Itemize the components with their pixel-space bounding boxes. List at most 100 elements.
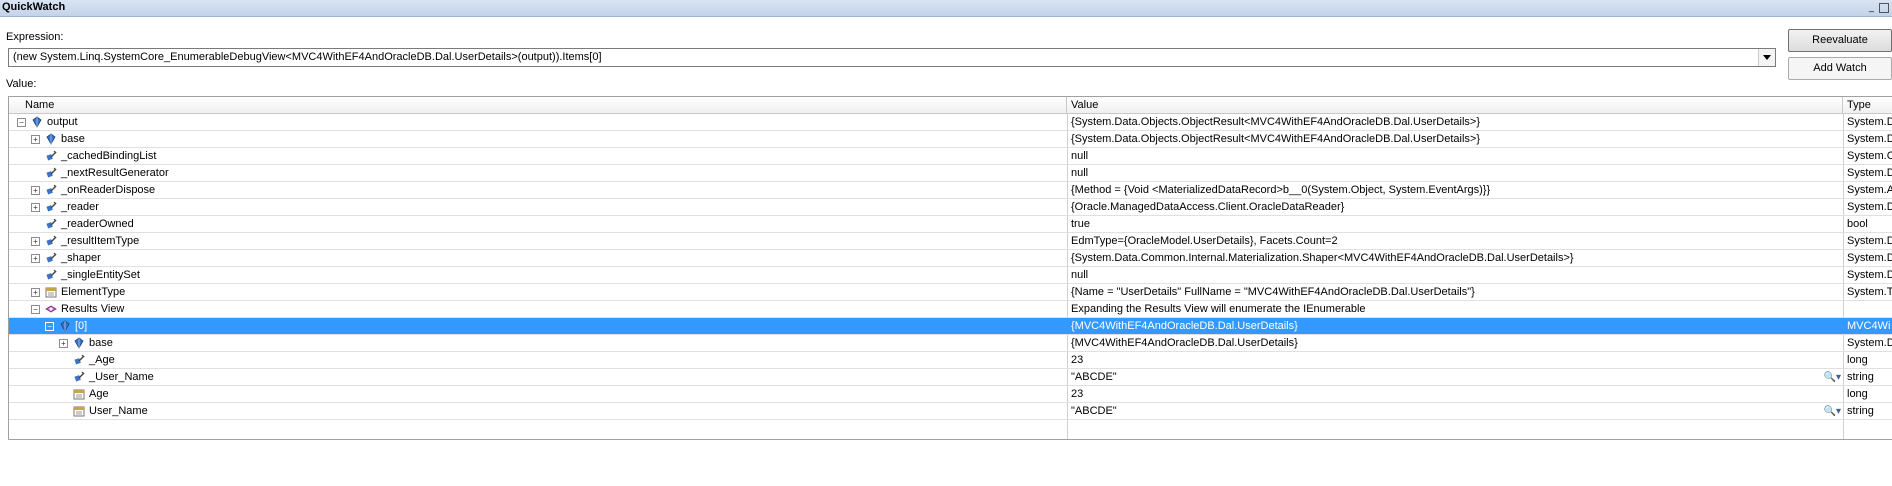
tree-row[interactable]: + ElementType {Name = "UserDetails" FullNa… [9,284,1892,301]
value-cell[interactable]: Expanding the Results View will enumerat… [1069,301,1845,317]
type-cell: System.D [1847,269,1892,281]
name-cell: + base [9,335,1063,351]
name-cell: + _onReaderDispose [9,182,1063,198]
type-cell: bool [1847,218,1868,230]
tree-row[interactable]: _cachedBindingList null System.C [9,148,1892,165]
name-cell: _Age [9,352,1063,368]
type-cell: System.A [1847,184,1892,196]
type-cell: System.D [1847,116,1892,128]
value-cell[interactable]: 23 [1069,352,1845,368]
watch-grid[interactable]: Name Value Type − output {System.Data.Obje… [8,96,1892,440]
column-header-name[interactable]: Name [21,97,1067,113]
magnifier-icon[interactable]: 🔍▾ [1824,404,1841,419]
expression-label: Expression: [6,31,64,43]
expand-icon[interactable]: + [59,339,68,348]
name-cell: + ElementType [9,284,1063,300]
collapse-icon[interactable]: − [31,305,40,314]
row-name: Results View [61,303,125,315]
value-cell[interactable]: {Method = {Void <MaterializedDataRecord>… [1069,182,1845,198]
expand-icon[interactable]: + [31,186,40,195]
row-name: _nextResultGenerator [61,167,169,179]
reevaluate-button[interactable]: Reevaluate [1788,29,1892,52]
expression-input[interactable]: (new System.Linq.SystemCore_EnumerableDe… [13,51,602,63]
value-cell[interactable]: {System.Data.Objects.ObjectResult<MVC4Wi… [1069,114,1845,130]
tree-row[interactable]: _Age 23 long [9,352,1892,369]
tree-row[interactable]: + _shaper {System.Data.Common.Internal.Mat… [9,250,1892,267]
value-cell[interactable]: null [1069,267,1845,283]
type-cell: System.C [1847,150,1892,162]
type-cell: string [1847,405,1874,417]
expand-icon[interactable]: + [31,203,40,212]
name-cell: − [0] [9,318,1063,334]
tree-row[interactable]: _readerOwned true bool [9,216,1892,233]
chevron-down-icon[interactable] [1758,49,1775,66]
name-cell: − output [9,114,1063,130]
collapse-icon[interactable]: − [17,118,26,127]
row-name: _resultItemType [61,235,140,247]
expand-icon[interactable]: + [31,237,40,246]
expand-icon[interactable]: + [31,135,40,144]
type-cell: System.D [1847,167,1892,179]
row-name: base [89,337,113,349]
value-cell[interactable]: {System.Data.Common.Internal.Materializa… [1069,250,1845,266]
column-header-value[interactable]: Value [1067,97,1843,113]
row-name: _shaper [61,252,101,264]
value-cell[interactable]: null [1069,165,1845,181]
value-cell[interactable]: null [1069,148,1845,164]
name-cell: User_Name [9,403,1063,419]
row-name: _readerOwned [61,218,134,230]
collapse-icon[interactable]: − [45,322,54,331]
tree-row[interactable]: _nextResultGenerator null System.D [9,165,1892,182]
tree-row[interactable]: User_Name "ABCDE" 🔍▾ string [9,403,1892,420]
row-name: [0] [75,320,88,332]
tree-row[interactable]: + base {MVC4WithEF4AndOracleDB.Dal.UserDet… [9,335,1892,352]
tree-row[interactable]: − [0] {MVC4WithEF4AndOracleDB.Dal.UserDeta… [9,318,1892,335]
value-cell[interactable]: 23 [1069,386,1845,402]
restore-icon[interactable] [1879,3,1889,13]
window-title: QuickWatch [2,1,66,13]
expand-icon[interactable]: + [31,254,40,263]
value-cell[interactable]: {Name = "UserDetails" FullName = "MVC4Wi… [1069,284,1845,300]
title-bar: QuickWatch _ [0,0,1892,17]
name-cell: _singleEntitySet [9,267,1063,283]
tree-row[interactable]: − Results View Expanding the Results View … [9,301,1892,318]
type-cell: System.D [1847,235,1892,247]
expression-combobox[interactable]: (new System.Linq.SystemCore_EnumerableDe… [8,48,1776,67]
row-name: _User_Name [89,371,154,383]
tree-row[interactable]: _User_Name "ABCDE" 🔍▾ string [9,369,1892,386]
name-cell: Age [9,386,1063,402]
type-cell: string [1847,371,1874,383]
tree-row[interactable]: + _reader {Oracle.ManagedDataAccess.Client… [9,199,1892,216]
row-name: _cachedBindingList [61,150,157,162]
name-cell: + _resultItemType [9,233,1063,249]
type-cell: System.D [1847,201,1892,213]
row-name: output [47,116,78,128]
tree-row[interactable]: + _onReaderDispose {Method = {Void <Materi… [9,182,1892,199]
value-cell[interactable]: {System.Data.Objects.ObjectResult<MVC4Wi… [1069,131,1845,147]
tree-row[interactable]: − output {System.Data.Objects.ObjectResult… [9,114,1892,131]
name-cell: _readerOwned [9,216,1063,232]
magnifier-icon[interactable]: 🔍▾ [1824,370,1841,385]
name-cell: + base [9,131,1063,147]
minimize-icon[interactable]: _ [1866,2,1877,13]
name-cell: − Results View [9,301,1063,317]
value-cell[interactable]: {MVC4WithEF4AndOracleDB.Dal.UserDetails} [1069,318,1845,334]
tree-row[interactable]: + base {System.Data.Objects.ObjectResult<M… [9,131,1892,148]
row-name: _Age [89,354,115,366]
value-cell[interactable]: {Oracle.ManagedDataAccess.Client.OracleD… [1069,199,1845,215]
tree-row[interactable]: Age 23 long [9,386,1892,403]
type-cell: System.T [1847,286,1892,298]
column-header-type[interactable]: Type [1843,97,1892,113]
value-cell[interactable]: "ABCDE" 🔍▾ [1069,403,1845,419]
add-watch-button[interactable]: Add Watch [1788,57,1892,80]
value-cell[interactable]: EdmType={OracleModel.UserDetails}, Facet… [1069,233,1845,249]
expand-icon[interactable]: + [31,288,40,297]
value-cell[interactable]: "ABCDE" 🔍▾ [1069,369,1845,385]
name-cell: _cachedBindingList [9,148,1063,164]
value-cell[interactable]: true [1069,216,1845,232]
value-cell[interactable]: {MVC4WithEF4AndOracleDB.Dal.UserDetails} [1069,335,1845,351]
tree-row[interactable]: _singleEntitySet null System.D [9,267,1892,284]
row-name: _reader [61,201,99,213]
tree-row[interactable]: + _resultItemType EdmType={OracleModel.Use… [9,233,1892,250]
name-cell: + _shaper [9,250,1063,266]
